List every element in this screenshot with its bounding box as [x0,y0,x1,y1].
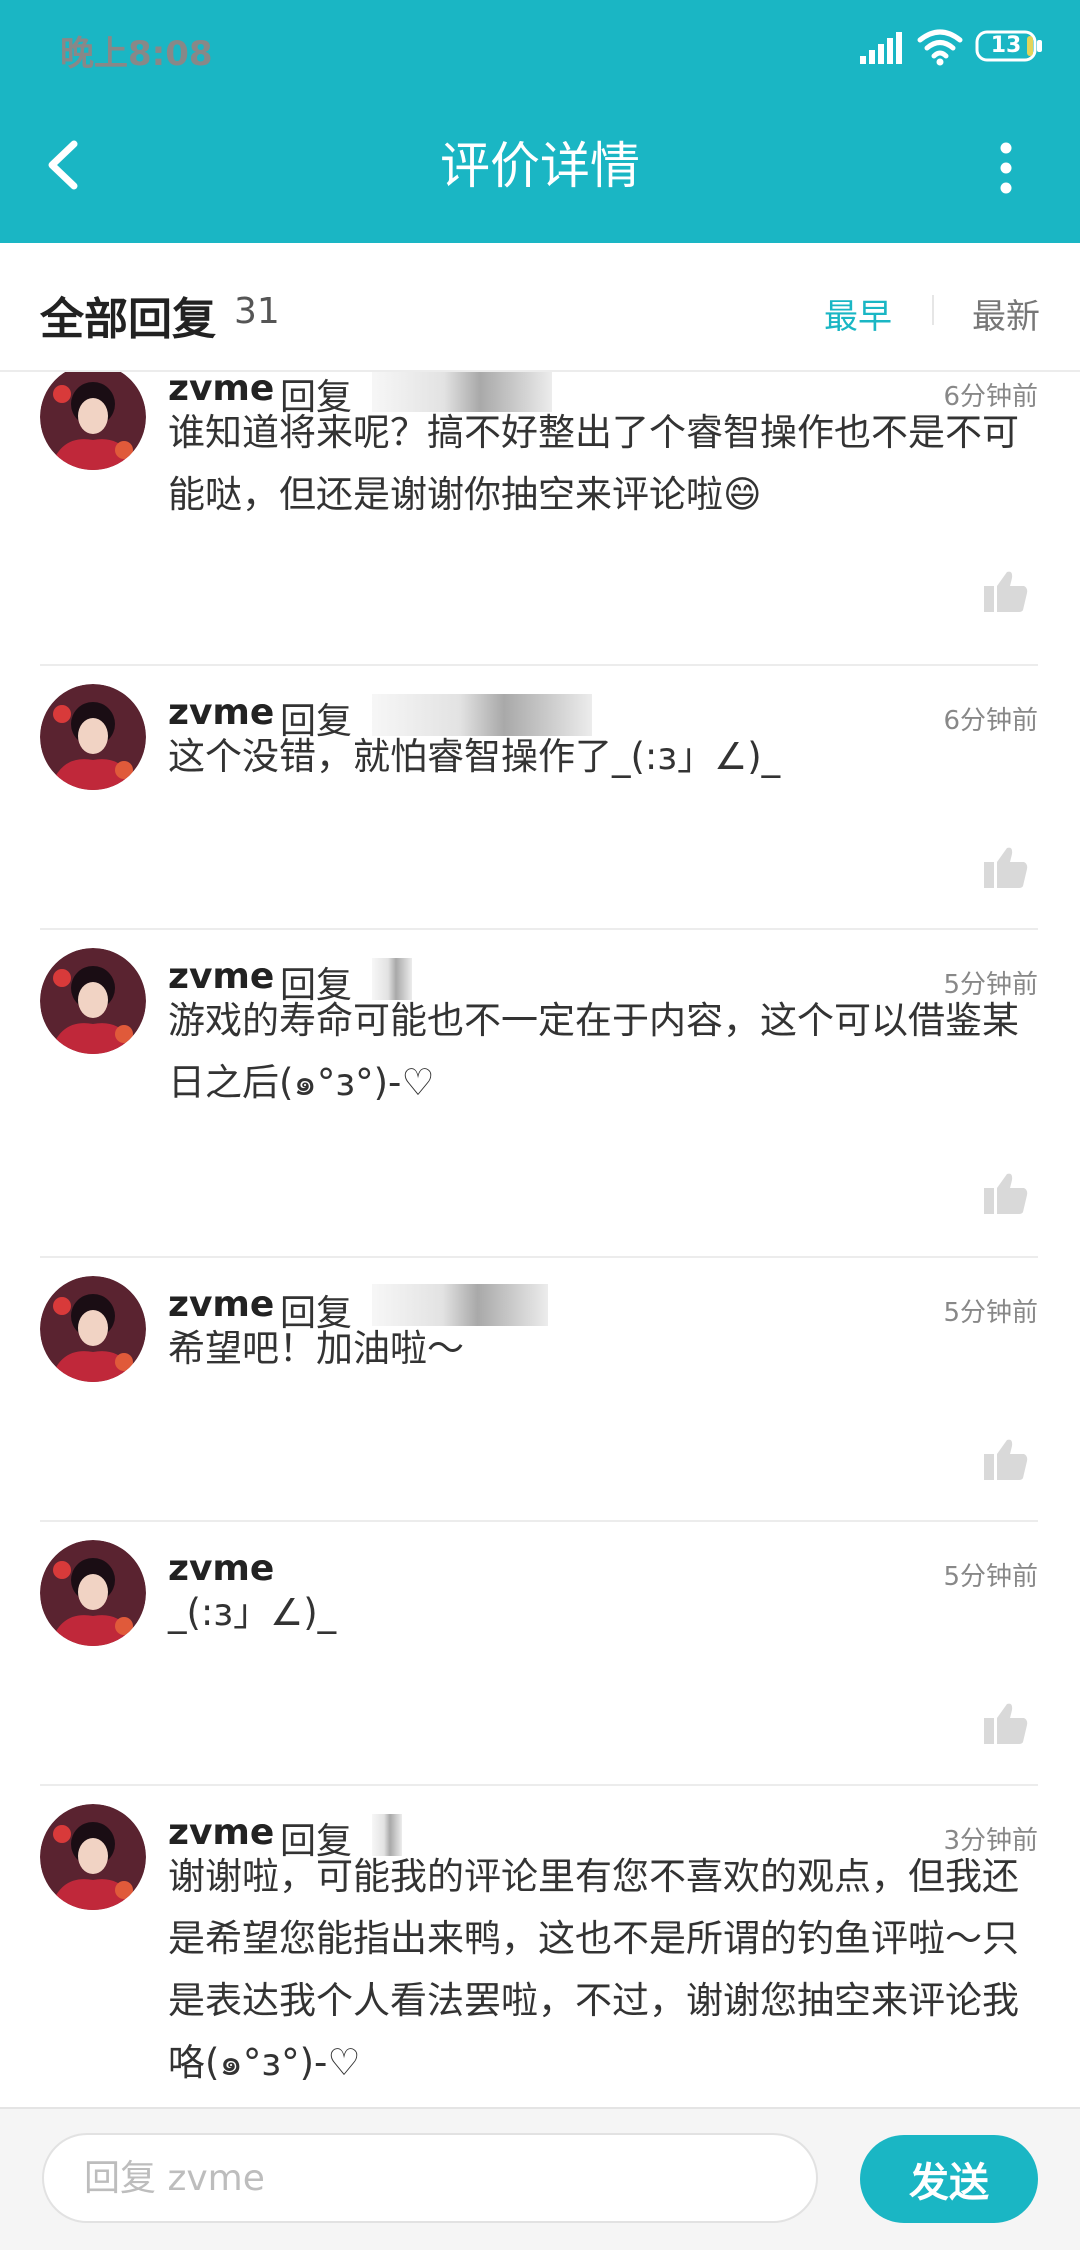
thumbs-up-icon[interactable] [982,1170,1030,1216]
reply-text: 这个没错，就怕睿智操作了_(:з」∠)_ [168,735,781,778]
sort-divider [932,295,934,325]
thumbs-up-icon[interactable] [982,1700,1030,1746]
wifi-icon [917,29,963,66]
reply-text: 希望吧！加油啦～ [168,1327,464,1370]
avatar[interactable] [40,684,146,790]
send-button[interactable]: 发送 [860,2135,1038,2223]
reply-text: 谢谢啦，可能我的评论里有您不喜欢的观点，但我还是希望您能指出来鸭，这也不是所谓的… [168,1855,1019,2084]
reply-text: 游戏的寿命可能也不一定在于内容，这个可以借鉴某日之后(๑°з°)-♡ [168,999,1019,1104]
avatar[interactable] [40,1804,146,1910]
reply-input-bar: 发送 [0,2107,1080,2250]
reply-item: zvme 回复 5分钟前 希望吧！加油啦～ [0,1258,1080,1522]
thumbs-up-icon[interactable] [982,844,1030,890]
avatar[interactable] [40,1276,146,1382]
reply-input[interactable] [42,2133,818,2223]
thumbs-up-icon[interactable] [982,1436,1030,1482]
reply-item: zvme 回复 3分钟前 谢谢啦，可能我的评论里有您不喜欢的观点，但我还是希望您… [0,1786,1080,2107]
reply-item: zvme 回复 6分钟前 这个没错，就怕睿智操作了_(:з」∠)_ [0,666,1080,930]
sort-newest-tab[interactable]: 最新 [972,289,1040,338]
more-vertical-icon[interactable] [986,138,1026,198]
reply-item: zvme 回复 5分钟前 游戏的寿命可能也不一定在于内容，这个可以借鉴某日之后(… [0,930,1080,1256]
reply-text: 谁知道将来呢？搞不好整出了个睿智操作也不是不可能哒，但还是谢谢你抽空来评论啦😄 [168,411,1019,516]
avatar[interactable] [40,948,146,1054]
thumbs-up-icon[interactable] [982,568,1030,614]
page-title: 评价详情 [440,137,640,195]
reply-item: zvme 回复 6分钟前 谁知道将来呢？搞不好整出了个睿智操作也不是不可能哒，但… [0,372,1080,654]
all-replies-heading: 全部回复 [40,294,216,345]
reply-item: zvme 5分钟前 _(:з」∠)_ [0,1522,1080,1786]
reply-count: 31 [234,291,280,332]
sort-oldest-tab[interactable]: 最早 [824,289,892,338]
top-app-bar: 晚上8:08 13 评价详情 [0,0,1080,243]
reply-filter-bar: 全部回复 31 最早 最新 [0,243,1080,372]
avatar[interactable] [40,372,146,470]
reply-text: _(:з」∠)_ [168,1591,337,1634]
cellular-signal-icon [860,32,902,64]
battery-level: 13 [990,33,1022,58]
status-bar: 晚上8:08 13 [0,0,1080,92]
avatar[interactable] [40,1540,146,1646]
reply-list[interactable]: zvme 回复 6分钟前 谁知道将来呢？搞不好整出了个睿智操作也不是不可能哒，但… [0,372,1080,2107]
